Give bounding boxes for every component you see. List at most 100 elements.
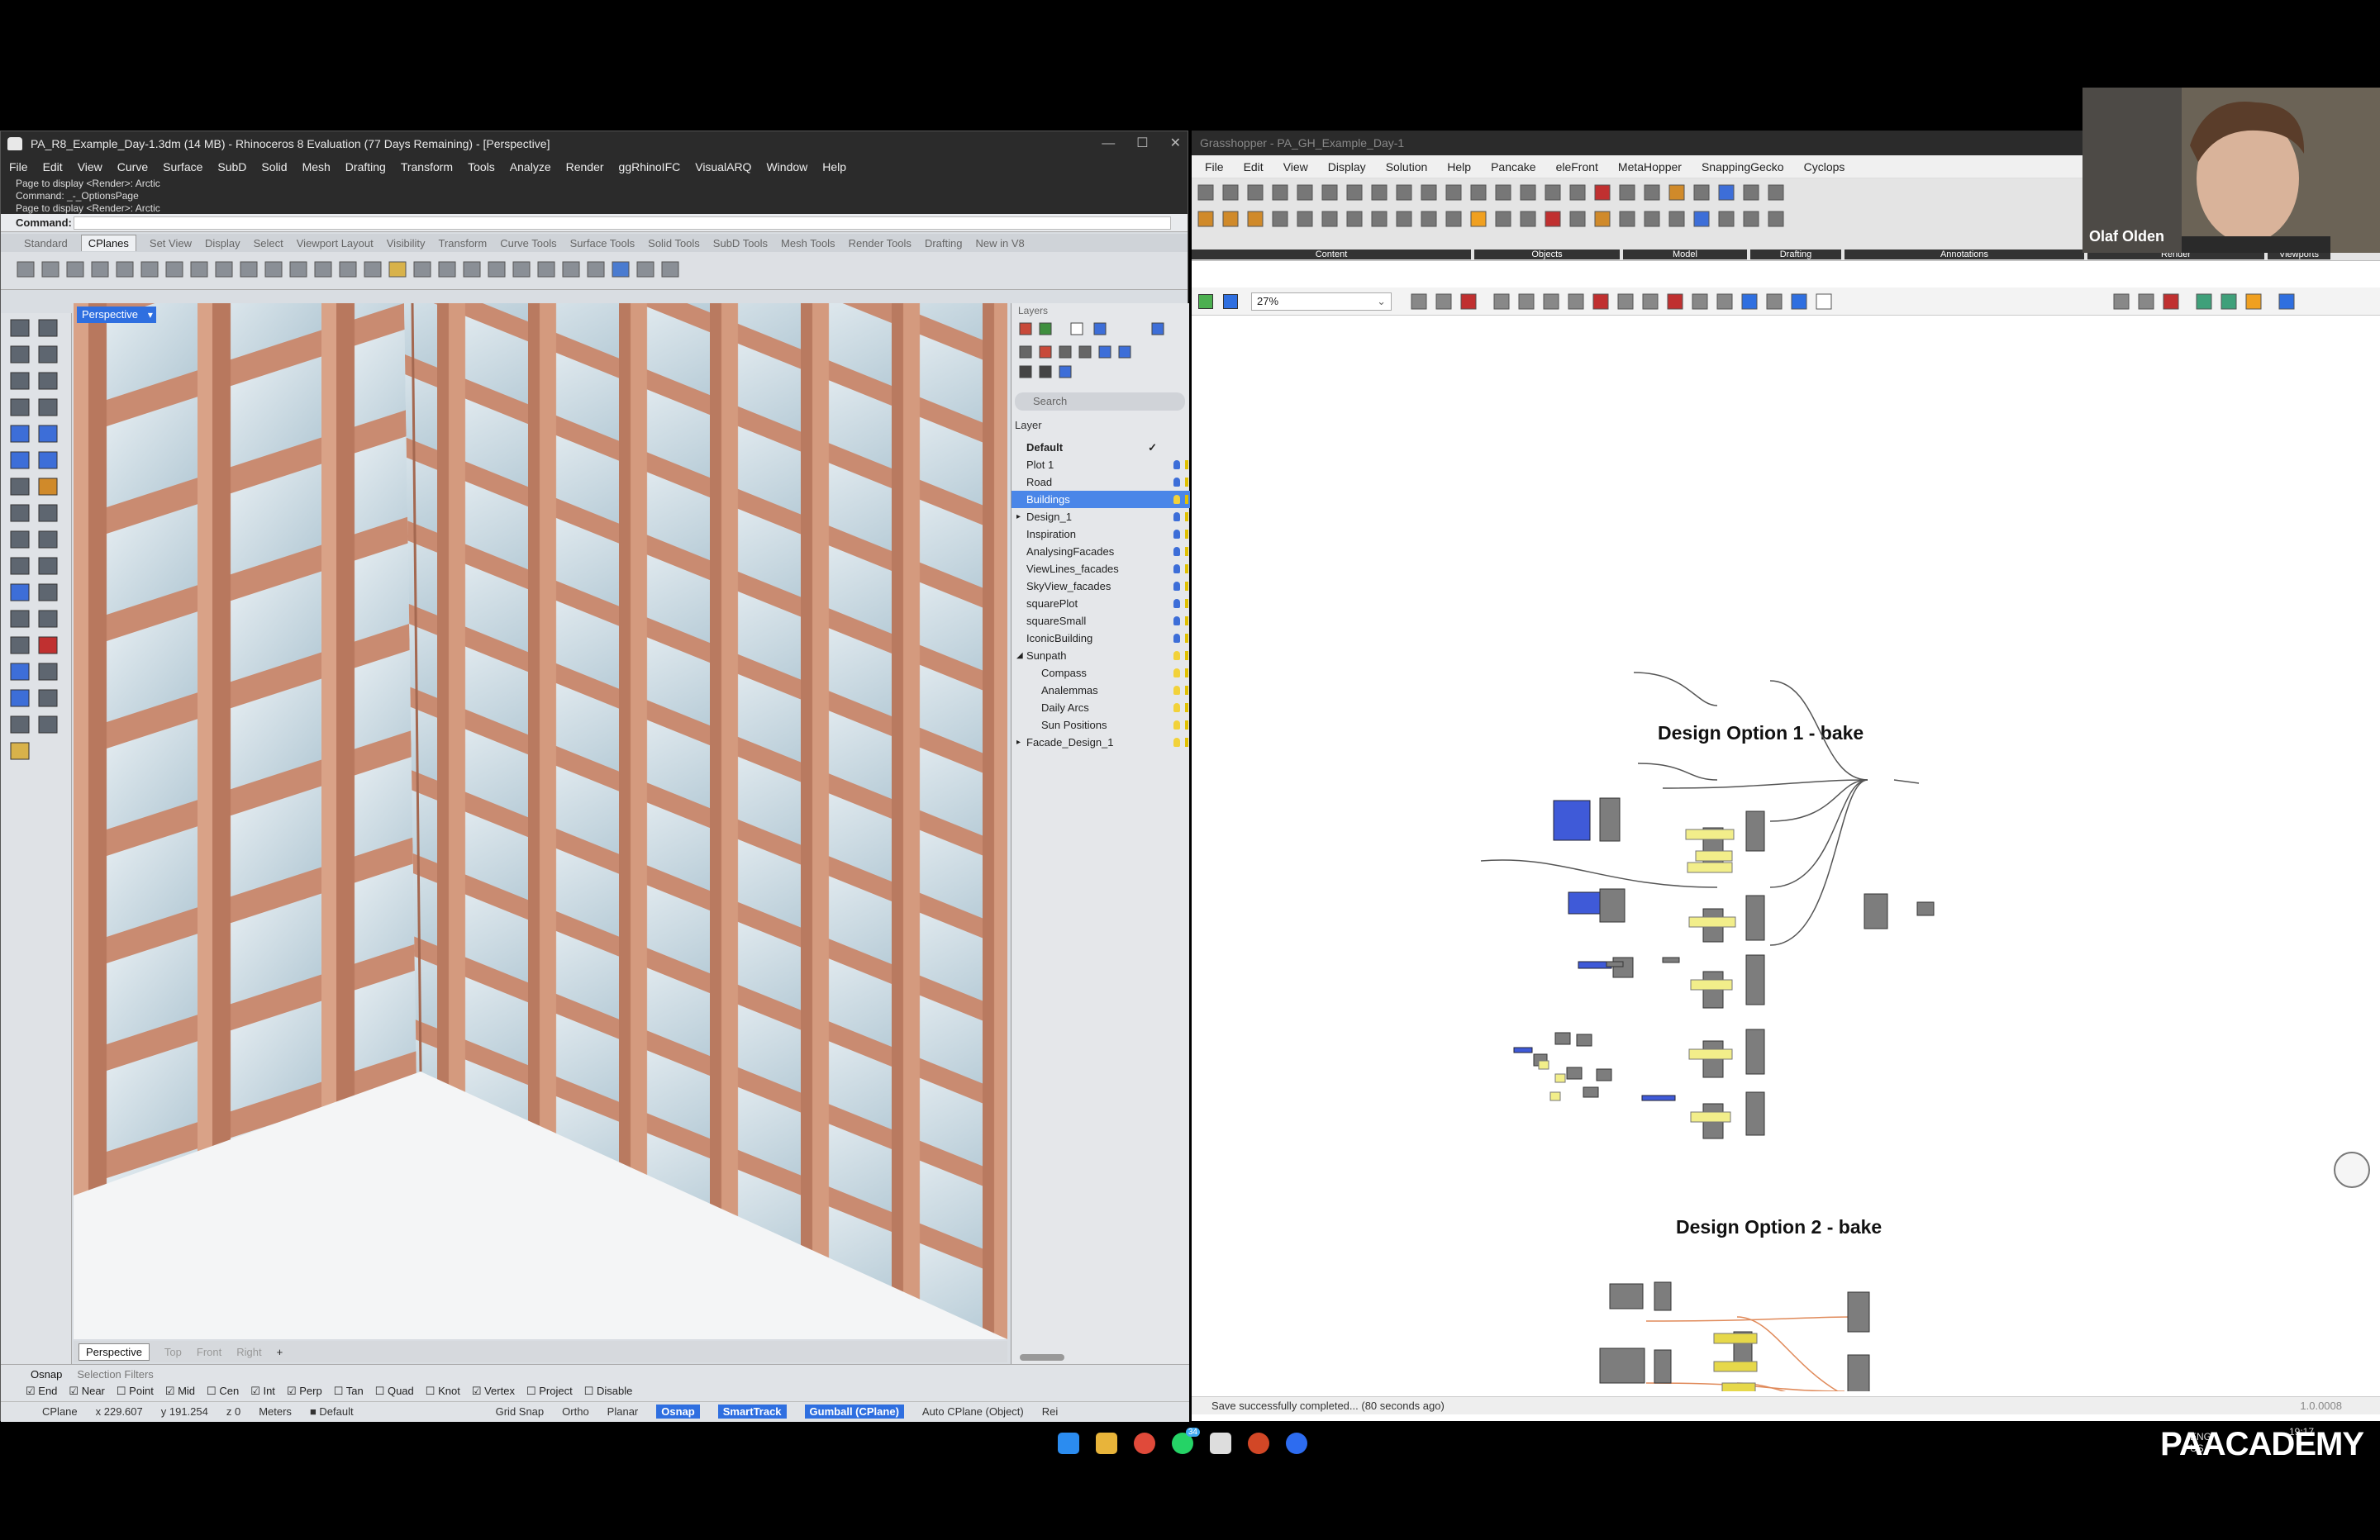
layer-color-swatch[interactable] <box>1185 634 1188 643</box>
ribbon-group-content[interactable]: Content <box>1192 250 1471 259</box>
osnap-tan[interactable]: ☐ Tan <box>334 1385 364 1398</box>
menu-view[interactable]: View <box>78 160 102 173</box>
osnap-perp[interactable]: ☑ Perp <box>287 1385 322 1398</box>
tab-drafting[interactable]: Drafting <box>925 237 963 250</box>
osnap-point[interactable]: ☐ Point <box>117 1385 154 1398</box>
viewport-label[interactable]: Perspective <box>77 307 156 323</box>
vp-tab-top[interactable]: Top <box>164 1346 182 1358</box>
vp-tab-right[interactable]: Right <box>236 1346 261 1358</box>
layer-facade-design-1[interactable]: ▸ Facade_Design_1 <box>1011 734 1190 751</box>
menu-drafting[interactable]: Drafting <box>345 160 386 173</box>
menu-solid[interactable]: Solid <box>261 160 287 173</box>
bulb-icon[interactable] <box>1173 460 1180 469</box>
layer-color-swatch[interactable] <box>1185 460 1188 469</box>
menu-ggrhinoifc[interactable]: ggRhinoIFC <box>619 160 681 173</box>
layer-color-swatch[interactable] <box>1185 547 1188 556</box>
layer-color-swatch[interactable] <box>1185 703 1188 712</box>
gh-menu-pancake[interactable]: Pancake <box>1491 160 1535 173</box>
bulb-icon[interactable] <box>1173 720 1180 730</box>
expand-icon[interactable]: ▸ <box>1016 734 1021 751</box>
auto-cplane-toggle[interactable]: Auto CPlane (Object) <box>922 1405 1024 1418</box>
ribbon-group-annotations[interactable]: Annotations <box>1844 250 2084 259</box>
menu-help[interactable]: Help <box>822 160 846 173</box>
gh-menu-elefront[interactable]: eleFront <box>1556 160 1598 173</box>
layer-viewlines-facades[interactable]: ViewLines_facades <box>1011 560 1190 578</box>
vp-tab-add[interactable]: + <box>277 1346 283 1358</box>
tab-selection-filters[interactable]: Selection Filters <box>77 1368 153 1381</box>
layer-inspiration[interactable]: Inspiration <box>1011 525 1190 543</box>
osnap-near[interactable]: ☑ Near <box>69 1385 104 1398</box>
osnap-quad[interactable]: ☐ Quad <box>375 1385 414 1398</box>
layer-color-swatch[interactable] <box>1185 616 1188 625</box>
gh-menu-metahopper[interactable]: MetaHopper <box>1618 160 1682 173</box>
layer-color-swatch[interactable] <box>1185 582 1188 591</box>
layer-squareplot[interactable]: squarePlot <box>1011 595 1190 612</box>
menu-surface[interactable]: Surface <box>163 160 202 173</box>
tab-render-tools[interactable]: Render Tools <box>849 237 912 250</box>
cplane-status[interactable]: CPlane <box>42 1405 78 1418</box>
gh-menu-edit[interactable]: Edit <box>1244 160 1264 173</box>
layer-analysingfacades[interactable]: AnalysingFacades <box>1011 543 1190 560</box>
menu-visualarq[interactable]: VisualARQ <box>695 160 751 173</box>
tab-visibility[interactable]: Visibility <box>387 237 426 250</box>
tab-standard[interactable]: Standard <box>24 237 68 250</box>
layer-color-swatch[interactable] <box>1185 686 1188 695</box>
current-layer[interactable]: ■ Default <box>310 1405 354 1418</box>
zoom-app-icon[interactable] <box>1286 1433 1307 1454</box>
layer-color-swatch[interactable] <box>1185 738 1188 747</box>
layer-color-swatch[interactable] <box>1185 530 1188 539</box>
menu-window[interactable]: Window <box>766 160 807 173</box>
gh-menu-cyclops[interactable]: Cyclops <box>1804 160 1845 173</box>
new-document-icon[interactable] <box>1198 294 1213 309</box>
bulb-icon[interactable] <box>1173 547 1180 556</box>
layer-road[interactable]: Road <box>1011 473 1190 491</box>
layer-skyview-facades[interactable]: SkyView_facades <box>1011 578 1190 595</box>
start-icon[interactable] <box>1058 1433 1079 1454</box>
tab-surface-tools[interactable]: Surface Tools <box>570 237 635 250</box>
bulb-icon[interactable] <box>1173 686 1180 695</box>
bulb-icon[interactable] <box>1173 616 1180 625</box>
gh-menu-snappinggecko[interactable]: SnappingGecko <box>1702 160 1784 173</box>
tab-viewport-layout[interactable]: Viewport Layout <box>297 237 374 250</box>
bulb-icon[interactable] <box>1173 599 1180 608</box>
layer-plot-1[interactable]: Plot 1 <box>1011 456 1190 473</box>
osnap-cen[interactable]: ☐ Cen <box>207 1385 239 1398</box>
layer-iconicbuilding[interactable]: IconicBuilding <box>1011 630 1190 647</box>
tab-solid-tools[interactable]: Solid Tools <box>648 237 700 250</box>
bulb-icon[interactable] <box>1173 703 1180 712</box>
grid-snap-toggle[interactable]: Grid Snap <box>496 1405 545 1418</box>
tab-select[interactable]: Select <box>254 237 283 250</box>
layer-color-swatch[interactable] <box>1185 478 1188 487</box>
menu-edit[interactable]: Edit <box>43 160 63 173</box>
layer-daily-arcs[interactable]: Daily Arcs <box>1011 699 1190 716</box>
layer-color-swatch[interactable] <box>1185 564 1188 573</box>
bulb-icon[interactable] <box>1173 564 1180 573</box>
layer-buildings[interactable]: Buildings <box>1011 491 1190 508</box>
layer-color-swatch[interactable] <box>1185 495 1188 504</box>
bulb-icon[interactable] <box>1173 738 1180 747</box>
powerpoint-icon[interactable] <box>1248 1433 1269 1454</box>
menu-analyze[interactable]: Analyze <box>510 160 551 173</box>
layer-default[interactable]: Default ✓ <box>1011 439 1190 456</box>
layer-search-input[interactable]: Search <box>1015 392 1185 411</box>
tab-curve-tools[interactable]: Curve Tools <box>500 237 556 250</box>
bulb-icon[interactable] <box>1173 478 1180 487</box>
layer-color-swatch[interactable] <box>1185 599 1188 608</box>
tab-transform[interactable]: Transform <box>438 237 487 250</box>
layer-color-swatch[interactable] <box>1185 720 1188 730</box>
expand-icon[interactable]: ▸ <box>1016 508 1021 525</box>
menu-subd[interactable]: SubD <box>217 160 246 173</box>
layer-analemmas[interactable]: Analemmas <box>1011 682 1190 699</box>
tab-subd-tools[interactable]: SubD Tools <box>713 237 768 250</box>
osnap-end[interactable]: ☑ End <box>26 1385 57 1398</box>
menu-mesh[interactable]: Mesh <box>302 160 331 173</box>
menu-render[interactable]: Render <box>566 160 604 173</box>
gh-menu-solution[interactable]: Solution <box>1386 160 1428 173</box>
gh-canvas[interactable]: Design Option 1 - bake Design Option 2 -… <box>1192 317 2380 1391</box>
menu-tools[interactable]: Tools <box>468 160 495 173</box>
file-explorer-icon[interactable] <box>1096 1433 1117 1454</box>
layer-squaresmall[interactable]: squareSmall <box>1011 612 1190 630</box>
bulb-icon[interactable] <box>1173 530 1180 539</box>
tab-set-view[interactable]: Set View <box>150 237 192 250</box>
record-history-toggle[interactable]: Rei <box>1042 1405 1059 1418</box>
